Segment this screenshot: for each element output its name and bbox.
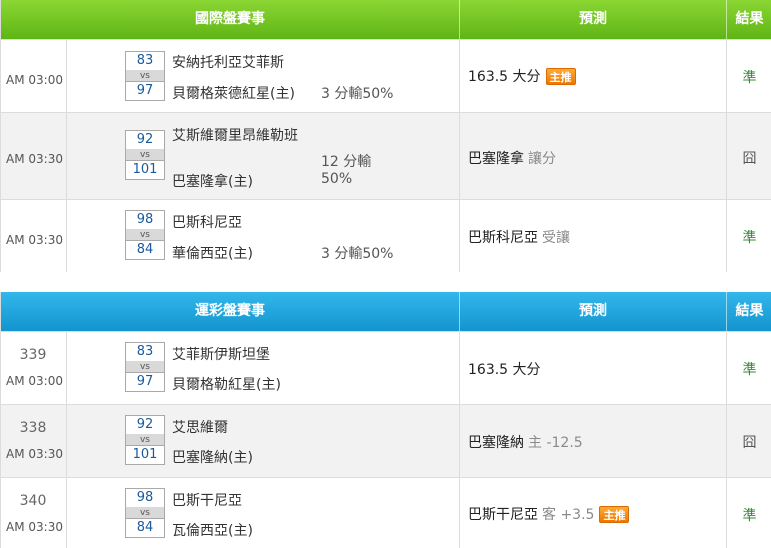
header-prediction: 預測 xyxy=(579,11,607,27)
away-team: 安納托利亞艾菲斯 xyxy=(172,55,284,71)
away-score: 83 xyxy=(125,342,165,362)
table-header: 運彩盤賽事 預測 結果 xyxy=(1,292,771,331)
prediction-pick: 163.5 大分 xyxy=(468,362,541,378)
result-mark: 囧 xyxy=(742,151,757,167)
game-time: AM 03:30 xyxy=(6,447,63,461)
away-score: 98 xyxy=(125,210,165,230)
prediction-pick: 巴斯干尼亞 xyxy=(468,507,538,523)
spread-percent: 50% xyxy=(321,171,353,187)
prediction: 巴斯科尼亞 受讓 xyxy=(468,227,570,247)
prediction-pick: 巴塞隆拿 xyxy=(468,151,524,167)
home-team: 巴塞隆拿(主) xyxy=(172,174,253,190)
table-row: 340 AM 03:30 98 vs 84 巴斯干尼亞 瓦倫西亞(主) 巴斯干尼… xyxy=(1,477,771,548)
away-team: 艾斯維爾里昂維勒班 xyxy=(172,128,298,144)
game-time: AM 03:30 xyxy=(6,233,63,247)
prediction-detail: 受讓 xyxy=(542,230,570,246)
table-row: 338 AM 03:30 92 vs 101 艾思維爾 巴塞隆納(主) 巴塞隆納… xyxy=(1,404,771,477)
table-header: 國際盤賽事 預測 結果 xyxy=(1,0,771,39)
header-result: 結果 xyxy=(735,303,764,319)
result-mark: 準 xyxy=(742,70,757,86)
prediction-pick: 巴斯科尼亞 xyxy=(468,230,538,246)
international-odds-table: 國際盤賽事 預測 結果 AM 03:00 83 vs 97 安納托利亞艾菲斯 貝… xyxy=(0,0,771,272)
game-time: AM 03:30 xyxy=(6,520,63,534)
home-team: 巴塞隆納(主) xyxy=(172,450,253,466)
home-score: 84 xyxy=(125,240,165,260)
home-score: 84 xyxy=(125,518,165,538)
home-team: 瓦倫西亞(主) xyxy=(172,523,253,539)
sports-lottery-odds-table: 運彩盤賽事 預測 結果 339 AM 03:00 83 vs 97 艾菲斯伊斯坦… xyxy=(0,292,771,548)
game-time: AM 03:00 xyxy=(6,374,63,388)
away-score: 92 xyxy=(125,130,165,150)
prediction-detail: 客 +3.5 xyxy=(542,507,595,523)
game-number: 340 xyxy=(19,493,47,509)
result-mark: 準 xyxy=(742,508,757,524)
home-score: 101 xyxy=(125,445,165,465)
home-team: 貝爾格勒紅星(主) xyxy=(172,377,281,393)
away-team: 艾思維爾 xyxy=(172,420,228,436)
home-score: 97 xyxy=(125,81,165,101)
away-team: 巴斯科尼亞 xyxy=(172,215,242,231)
result-mark: 準 xyxy=(742,362,757,378)
spread-result: 3 分輸50% xyxy=(321,246,394,262)
spread-result: 12 分輸 xyxy=(321,154,372,170)
prediction: 163.5 大分 xyxy=(468,359,541,379)
prediction: 巴斯干尼亞 客 +3.5 主推 xyxy=(468,504,630,524)
home-score: 97 xyxy=(125,372,165,392)
game-number: 338 xyxy=(19,420,47,436)
game-time: AM 03:00 xyxy=(6,73,63,87)
result-mark: 準 xyxy=(742,230,757,246)
prediction: 巴塞隆納 主 -12.5 xyxy=(468,432,583,452)
table-row: AM 03:30 98 vs 84 巴斯科尼亞 華倫西亞(主) 3 分輸50% … xyxy=(1,199,771,272)
home-score: 101 xyxy=(125,160,165,180)
result-mark: 囧 xyxy=(742,435,757,451)
header-prediction: 預測 xyxy=(579,303,607,319)
away-score: 83 xyxy=(125,51,165,71)
header-match: 運彩盤賽事 xyxy=(195,303,265,319)
home-team: 華倫西亞(主) xyxy=(172,246,253,262)
header-result: 結果 xyxy=(735,11,764,27)
featured-badge: 主推 xyxy=(545,67,576,85)
table-row: 339 AM 03:00 83 vs 97 艾菲斯伊斯坦堡 貝爾格勒紅星(主) … xyxy=(1,331,771,404)
table-row: AM 03:30 92 vs 101 艾斯維爾里昂維勒班 巴塞隆拿(主) 12 … xyxy=(1,112,771,199)
home-team: 貝爾格萊德紅星(主) xyxy=(172,86,295,102)
prediction-pick: 巴塞隆納 xyxy=(468,435,524,451)
prediction-detail: 讓分 xyxy=(528,151,556,167)
spread-result: 3 分輸50% xyxy=(321,86,394,102)
away-score: 98 xyxy=(125,488,165,508)
game-number: 339 xyxy=(19,347,47,363)
prediction-detail: 主 -12.5 xyxy=(528,435,583,451)
prediction: 巴塞隆拿 讓分 xyxy=(468,148,556,168)
away-score: 92 xyxy=(125,415,165,435)
prediction-pick: 163.5 大分 xyxy=(468,69,541,85)
away-team: 巴斯干尼亞 xyxy=(172,493,242,509)
featured-badge: 主推 xyxy=(599,505,630,523)
away-team: 艾菲斯伊斯坦堡 xyxy=(172,347,270,363)
header-match: 國際盤賽事 xyxy=(195,11,265,27)
prediction: 163.5 大分 主推 xyxy=(468,66,576,86)
table-row: AM 03:00 83 vs 97 安納托利亞艾菲斯 貝爾格萊德紅星(主) 3 … xyxy=(1,39,771,112)
game-time: AM 03:30 xyxy=(6,152,63,166)
